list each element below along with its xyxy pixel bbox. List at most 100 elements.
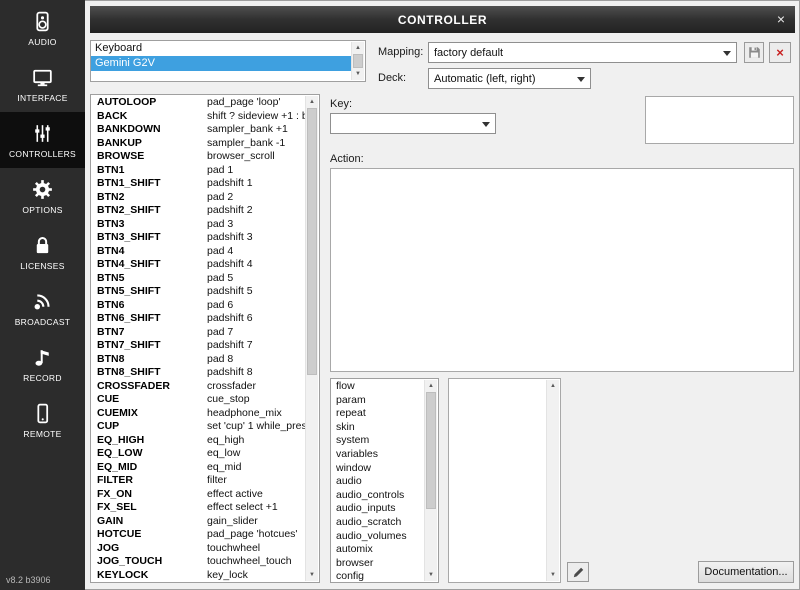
key-row[interactable]: BTN8_SHIFT padshift 8 [91,366,305,380]
version-label: v8.2 b3906 [6,575,51,585]
key-row[interactable]: BACK shift ? sideview +1 : br [91,110,305,124]
sidebar-item-broadcast[interactable]: BROADCAST [0,280,85,336]
scroll-down-icon[interactable]: ▼ [352,68,364,80]
delete-mapping-button[interactable]: × [769,42,791,63]
key-row[interactable]: CUP set 'cup' 1 while_press [91,420,305,434]
sidebar-item-controllers[interactable]: CONTROLLERS [0,112,85,168]
sidebar-item-record[interactable]: RECORD [0,336,85,392]
key-row[interactable]: BTN2_SHIFT padshift 2 [91,204,305,218]
key-name: BTN4 [97,244,125,257]
key-row[interactable]: HOTCUE pad_page 'hotcues' [91,528,305,542]
key-row[interactable]: JOG_TOUCH touchwheel_touch [91,555,305,569]
documentation-button[interactable]: Documentation... [698,561,794,583]
key-row[interactable]: JOG touchwheel [91,542,305,556]
key-row[interactable]: EQ_HIGH eq_high [91,434,305,448]
save-mapping-button[interactable] [744,42,764,63]
sidebar-item-remote[interactable]: REMOTE [0,392,85,448]
category-item[interactable]: audio_controls [331,489,424,503]
sublist-scrollbar[interactable]: ▲ ▼ [546,380,559,581]
key-row[interactable]: BANKDOWN sampler_bank +1 [91,123,305,137]
sidebar-item-licenses[interactable]: LICENSES [0,224,85,280]
edit-action-button[interactable] [567,562,589,582]
key-row[interactable]: BTN4_SHIFT padshift 4 [91,258,305,272]
category-item[interactable]: audio_volumes [331,530,424,544]
gear-icon [33,180,52,199]
keys-scrollbar[interactable]: ▲ ▼ [305,96,318,581]
key-row[interactable]: EQ_MID eq_mid [91,461,305,475]
device-item-keyboard[interactable]: Keyboard [91,41,352,56]
category-item[interactable]: browser [331,557,424,571]
key-row[interactable]: BTN1 pad 1 [91,164,305,178]
categories-scrollbar[interactable]: ▲ ▼ [424,380,437,581]
key-row[interactable]: AUTOLOOP pad_page 'loop' [91,96,305,110]
key-row[interactable]: BTN6_SHIFT padshift 6 [91,312,305,326]
key-row[interactable]: KEYLOCK key_lock [91,569,305,582]
key-row[interactable]: FX_ON effect active [91,488,305,502]
category-item[interactable]: variables [331,448,424,462]
key-row[interactable]: BTN3 pad 3 [91,218,305,232]
scroll-up-icon[interactable]: ▲ [306,96,318,108]
mapping-dropdown[interactable]: factory default [428,42,737,63]
key-row[interactable]: BTN3_SHIFT padshift 3 [91,231,305,245]
action-sublist: ▲ ▼ [448,378,561,583]
key-name: BANKDOWN [97,123,161,135]
deck-dropdown[interactable]: Automatic (left, right) [428,68,591,89]
scrollbar-thumb[interactable] [307,108,317,375]
key-name: BTN4_SHIFT [97,258,161,270]
key-row[interactable]: BTN7 pad 7 [91,326,305,340]
key-row[interactable]: BTN1_SHIFT padshift 1 [91,177,305,191]
scroll-down-icon[interactable]: ▼ [306,569,318,581]
key-row[interactable]: BTN5 pad 5 [91,272,305,286]
scroll-up-icon[interactable]: ▲ [547,380,559,392]
category-item[interactable]: system [331,434,424,448]
category-item[interactable]: window [331,462,424,476]
category-item[interactable]: param [331,394,424,408]
key-row[interactable]: BTN7_SHIFT padshift 7 [91,339,305,353]
scrollbar-thumb[interactable] [426,392,436,509]
save-icon [748,47,760,58]
key-row[interactable]: FX_SEL effect select +1 [91,501,305,515]
key-row[interactable]: CUEMIX headphone_mix [91,407,305,421]
key-row[interactable]: BTN6 pad 6 [91,299,305,313]
key-dropdown[interactable] [330,113,496,134]
key-name: AUTOLOOP [97,96,157,108]
devices-scrollbar[interactable]: ▲ ▼ [351,42,364,80]
key-name: BTN3 [97,217,125,230]
key-row[interactable]: CROSSFADER crossfader [91,380,305,394]
key-row[interactable]: BANKUP sampler_bank -1 [91,137,305,151]
broadcast-icon [34,294,50,310]
sidebar-item-options[interactable]: OPTIONS [0,168,85,224]
device-item-gemini-g2v[interactable]: Gemini G2V [91,56,352,71]
close-icon[interactable]: × [777,10,785,28]
scroll-down-icon[interactable]: ▼ [425,569,437,581]
category-item[interactable]: repeat [331,407,424,421]
key-row[interactable]: CUE cue_stop [91,393,305,407]
key-action: pad 2 [207,190,234,203]
key-action: filter [207,474,227,486]
key-row[interactable]: BTN5_SHIFT padshift 5 [91,285,305,299]
category-item[interactable]: audio_inputs [331,502,424,516]
key-action: padshift 3 [207,231,253,243]
key-row[interactable]: GAIN gain_slider [91,515,305,529]
scroll-down-icon[interactable]: ▼ [547,569,559,581]
key-action: headphone_mix [207,406,282,419]
scroll-up-icon[interactable]: ▲ [425,380,437,392]
key-row[interactable]: FILTER filter [91,474,305,488]
key-row[interactable]: BTN4 pad 4 [91,245,305,259]
category-item[interactable]: audio [331,475,424,489]
scroll-up-icon[interactable]: ▲ [352,42,364,54]
sidebar-item-interface[interactable]: INTERFACE [0,56,85,112]
key-row[interactable]: BROWSE browser_scroll [91,150,305,164]
scrollbar-thumb[interactable] [353,54,363,68]
category-item[interactable]: flow [331,380,424,394]
category-item[interactable]: skin [331,421,424,435]
key-row[interactable]: EQ_LOW eq_low [91,447,305,461]
category-item[interactable]: audio_scratch [331,516,424,530]
key-row[interactable]: BTN8 pad 8 [91,353,305,367]
sidebar-item-audio[interactable]: AUDIO [0,0,85,56]
sidebar-item-label: CONTROLLERS [8,149,77,159]
key-row[interactable]: BTN2 pad 2 [91,191,305,205]
category-item[interactable]: config [331,570,424,581]
action-textarea[interactable] [330,168,794,372]
category-item[interactable]: automix [331,543,424,557]
